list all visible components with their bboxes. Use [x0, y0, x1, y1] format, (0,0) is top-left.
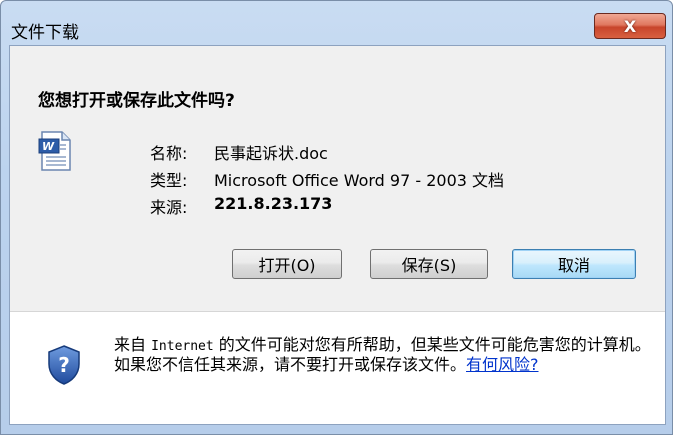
file-download-dialog: 文件下载 X 您想打开或保存此文件吗? W 名称: 民事起诉状.doc 类型: … — [0, 0, 673, 435]
file-name-row: 名称: 民事起诉状.doc — [150, 140, 328, 164]
file-source-label: 来源: — [150, 198, 188, 217]
file-name-label: 名称: — [150, 144, 188, 163]
file-type-value: Microsoft Office Word 97 - 2003 文档 — [214, 171, 505, 190]
file-type-label: 类型: — [150, 171, 188, 190]
file-source-row: 来源: 221.8.23.173 — [150, 194, 332, 218]
title-bar[interactable]: 文件下载 X — [1, 1, 672, 43]
what-are-the-risks-link[interactable]: 有何风险? — [466, 355, 539, 374]
security-warning-panel: ? 来自 Internet 的文件可能对您有所帮助，但某些文件可能危害您的计算机… — [10, 312, 665, 424]
svg-text:W: W — [42, 140, 55, 153]
close-icon: X — [623, 16, 637, 36]
close-button[interactable]: X — [594, 13, 666, 39]
cancel-button[interactable]: 取消 — [512, 249, 636, 279]
file-name-value: 民事起诉状.doc — [214, 144, 328, 163]
window-title: 文件下载 — [11, 23, 79, 43]
file-info-panel: 您想打开或保存此文件吗? W 名称: 民事起诉状.doc 类型: Microso… — [10, 46, 665, 312]
save-button[interactable]: 保存(S) — [370, 249, 488, 279]
security-warning-text: 来自 Internet 的文件可能对您有所帮助，但某些文件可能危害您的计算机。如… — [114, 336, 654, 374]
svg-text:?: ? — [58, 353, 70, 377]
warning-prefix: 来自 — [114, 335, 152, 354]
file-type-row: 类型: Microsoft Office Word 97 - 2003 文档 — [150, 167, 504, 191]
word-document-icon: W — [38, 131, 71, 171]
open-button[interactable]: 打开(O) — [232, 249, 342, 279]
file-source-value: 221.8.23.173 — [214, 194, 333, 213]
shield-question-icon: ? — [48, 345, 80, 385]
warning-internet: Internet — [151, 339, 214, 354]
dialog-question: 您想打开或保存此文件吗? — [38, 91, 235, 111]
dialog-body: 您想打开或保存此文件吗? W 名称: 民事起诉状.doc 类型: Microso… — [9, 45, 666, 425]
